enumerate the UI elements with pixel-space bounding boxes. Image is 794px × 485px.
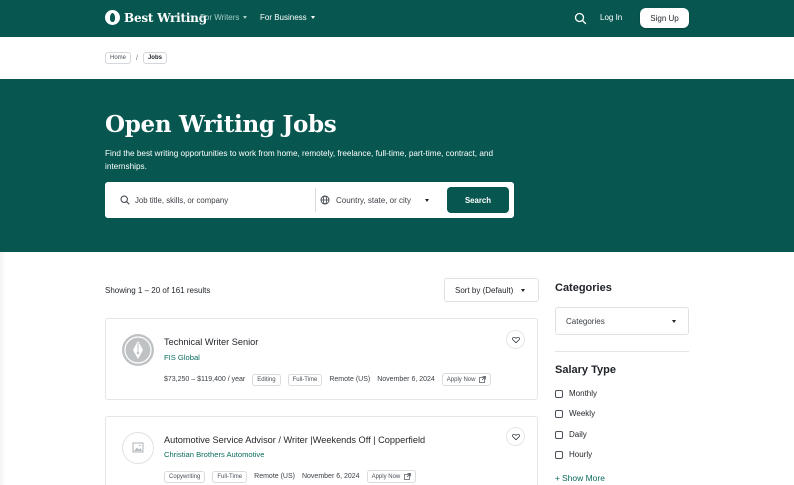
page-title: Open Writing Jobs bbox=[105, 111, 337, 138]
pen-nib-icon bbox=[124, 336, 152, 364]
nav-for-business[interactable]: For Business bbox=[260, 13, 315, 22]
breadcrumb: Home / Jobs bbox=[105, 52, 167, 64]
category-tag[interactable]: Copywriting bbox=[164, 470, 206, 483]
show-more-link[interactable]: + Show More bbox=[555, 473, 605, 483]
sort-dropdown[interactable]: Sort by (Default) bbox=[444, 278, 539, 302]
salary-option-label: Monthly bbox=[569, 389, 598, 398]
salary-type-heading: Salary Type bbox=[555, 364, 616, 376]
salary: $73,250 – $119,400 / year bbox=[164, 376, 246, 383]
signup-button[interactable]: Sign Up bbox=[640, 8, 689, 28]
job-meta: $73,250 – $119,400 / year Editing Full-T… bbox=[164, 373, 492, 386]
search-icon[interactable] bbox=[574, 12, 587, 25]
categories-heading: Categories bbox=[555, 282, 612, 294]
page-edge-shadow bbox=[0, 252, 6, 485]
apply-now-label: Apply Now bbox=[371, 473, 401, 480]
salary-option-monthly[interactable]: Monthly bbox=[555, 389, 597, 398]
salary-option-weekly[interactable]: Weekly bbox=[555, 409, 595, 418]
results-summary: Showing 1 – 20 of 161 results bbox=[105, 286, 211, 295]
nav-for-business-label: For Business bbox=[260, 13, 307, 22]
breadcrumb-jobs: Jobs bbox=[142, 52, 167, 64]
job-type-tag[interactable]: Full-Time bbox=[287, 373, 323, 386]
job-meta: Copywriting Full-Time Remote (US) Novemb… bbox=[164, 470, 417, 483]
company-logo bbox=[122, 432, 154, 464]
job-search-form: Job title, skills, or company Country, s… bbox=[105, 182, 514, 218]
favorite-button[interactable] bbox=[506, 427, 525, 446]
salary-option-hourly[interactable]: Hourly bbox=[555, 450, 592, 459]
checkbox[interactable] bbox=[555, 430, 563, 439]
categories-select[interactable]: Categories bbox=[555, 307, 689, 335]
keyword-input[interactable]: Job title, skills, or company bbox=[120, 195, 228, 205]
image-placeholder-icon bbox=[132, 442, 144, 453]
job-type-tag[interactable]: Full-Time bbox=[212, 470, 248, 483]
location-select[interactable]: Country, state, or city bbox=[320, 195, 429, 205]
salary-option-label: Daily bbox=[569, 430, 587, 439]
chevron-down-icon bbox=[521, 288, 526, 292]
logo-icon bbox=[105, 10, 120, 25]
chevron-down-icon bbox=[672, 320, 676, 323]
search-divider bbox=[315, 188, 316, 212]
company-name[interactable]: FIS Global bbox=[164, 353, 200, 362]
chevron-down-icon bbox=[310, 16, 315, 19]
checkbox[interactable] bbox=[555, 389, 563, 398]
breadcrumb-home[interactable]: Home bbox=[105, 52, 132, 64]
login-link[interactable]: Log In bbox=[600, 13, 622, 22]
external-link-icon bbox=[404, 473, 412, 480]
sort-label: Sort by (Default) bbox=[455, 285, 514, 295]
checkbox[interactable] bbox=[555, 450, 563, 459]
nav-for-writers-label: For Writers bbox=[200, 13, 240, 22]
hero-description: Find the best writing opportunities to w… bbox=[105, 149, 494, 171]
job-title[interactable]: Technical Writer Senior bbox=[164, 337, 258, 347]
plus-icon: + bbox=[555, 473, 560, 483]
apply-now-button[interactable]: Apply Now bbox=[441, 373, 492, 386]
favorite-button[interactable] bbox=[506, 330, 525, 349]
salary-option-label: Hourly bbox=[569, 450, 593, 459]
job-location: Remote (US) bbox=[329, 376, 371, 383]
external-link-icon bbox=[479, 376, 487, 383]
sidebar-divider bbox=[555, 351, 689, 352]
category-tag[interactable]: Editing bbox=[252, 373, 281, 386]
company-logo bbox=[122, 334, 154, 366]
top-navbar: Best Writing For Writers For Business Lo… bbox=[0, 0, 794, 37]
job-card[interactable]: Technical Writer Senior FIS Global $73,2… bbox=[105, 318, 538, 400]
job-location: Remote (US) bbox=[254, 473, 295, 480]
show-more-label: Show More bbox=[561, 473, 605, 483]
post-date: November 6, 2024 bbox=[301, 473, 360, 480]
apply-now-label: Apply Now bbox=[446, 376, 476, 383]
chevron-down-icon bbox=[243, 16, 248, 19]
job-title[interactable]: Automotive Service Advisor / Writer |Wee… bbox=[164, 435, 425, 445]
logo[interactable]: Best Writing bbox=[105, 10, 207, 25]
logo-text: Best Writing bbox=[124, 10, 207, 25]
nav-for-writers[interactable]: For Writers bbox=[200, 13, 248, 22]
categories-select-label: Categories bbox=[566, 316, 605, 326]
chevron-down-icon bbox=[425, 198, 429, 202]
breadcrumb-separator: / bbox=[136, 54, 138, 62]
checkbox[interactable] bbox=[555, 409, 563, 418]
globe-icon bbox=[320, 195, 330, 205]
post-date: November 6, 2024 bbox=[377, 376, 435, 383]
salary-option-daily[interactable]: Daily bbox=[555, 430, 587, 439]
location-placeholder: Country, state, or city bbox=[336, 195, 411, 205]
search-icon bbox=[120, 195, 130, 205]
heart-icon bbox=[511, 433, 520, 440]
company-name[interactable]: Christian Brothers Automotive bbox=[164, 450, 264, 459]
search-button[interactable]: Search bbox=[447, 187, 509, 213]
keyword-placeholder: Job title, skills, or company bbox=[135, 195, 229, 205]
apply-now-button[interactable]: Apply Now bbox=[366, 470, 417, 483]
salary-option-label: Weekly bbox=[569, 409, 596, 418]
heart-icon bbox=[511, 336, 520, 343]
job-card[interactable]: Automotive Service Advisor / Writer |Wee… bbox=[105, 416, 538, 485]
